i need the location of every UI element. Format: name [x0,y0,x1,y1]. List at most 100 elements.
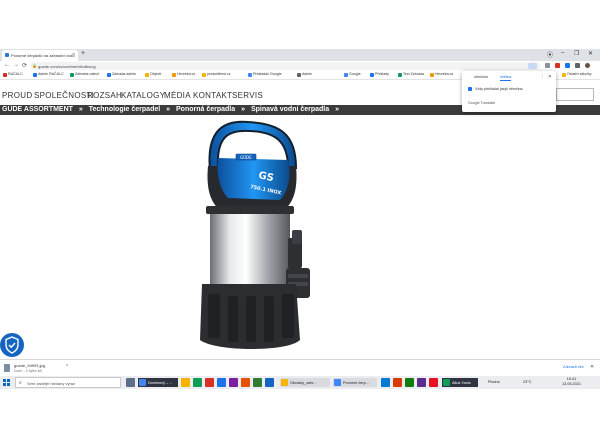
forward-button[interactable]: → [13,62,19,68]
breadcrumb-separator: » [166,106,171,113]
taskbar-app[interactable]: Dominový – ... [138,378,178,387]
star-icon[interactable] [545,63,550,68]
browser-tab-strip: Ponorné čerpadlo na zahradní vodu × + ⦿ … [0,49,600,61]
back-button[interactable]: ← [4,62,10,68]
close-window-button[interactable]: ✕ [588,50,593,57]
bookmark-item[interactable]: RAČALC [3,72,23,77]
app-icon[interactable] [241,378,250,387]
site-search-input[interactable] [556,88,594,101]
tab-close-icon[interactable]: × [72,52,75,58]
clock-date: 13.05.2021 [562,382,582,386]
minimize-button[interactable]: – [561,50,564,56]
google-translate-label: Google Translate [468,101,496,105]
close-download-bar-icon[interactable]: ✕ [590,364,594,370]
chevron-up-icon[interactable]: ^ [66,364,68,370]
extension-icon[interactable] [565,63,570,68]
taskbar-search-input[interactable]: ⌕ Sem zadejte hledaný výraz [15,377,121,388]
nav-item[interactable]: KONTAKT [193,91,232,100]
system-clock[interactable]: 10:41 13.05.2021 [562,377,581,387]
breadcrumb-separator: » [78,106,83,113]
always-translate-label: Vždy překládat jazyk němčina [475,87,523,91]
task-view-icon[interactable] [126,378,135,387]
weather-temperature[interactable]: 23°C [523,380,531,384]
bookmark-item[interactable]: Zahrada admin [107,72,136,77]
app-icon[interactable] [429,378,438,387]
bookmark-item[interactable]: Objevit [145,72,161,77]
brand-label: GÜDE [240,155,252,160]
nav-item[interactable]: PROUD [2,91,32,100]
nav-item[interactable]: SERVIS [232,91,263,100]
app-icon[interactable] [205,378,214,387]
bookmark-item[interactable]: Admin RAČALC [33,72,64,77]
bookmark-item[interactable]: produktfeed.cz [202,72,231,77]
bookmark-item[interactable]: Google [344,72,361,77]
tab-title: Ponorné čerpadlo na zahradní vodu [11,53,75,58]
bookmark-item[interactable]: Text Zahrada [398,72,424,77]
browser-tab[interactable]: Ponorné čerpadlo na zahradní vodu × [2,50,78,61]
site-nav: PROUD SPOLEČNOSTI ROZSAH KATALOGY MÉDIA … [0,89,460,103]
translate-icon[interactable] [528,63,537,69]
translate-tab-target[interactable]: čeština [500,75,512,81]
file-icon [4,364,10,372]
taskbar-search-placeholder: Sem zadejte hledaný výraz [27,381,76,386]
app-icon[interactable] [265,378,274,387]
more-options-icon[interactable]: ⋮ [540,74,545,80]
download-file-name[interactable]: guede_94993.jpg [14,363,45,368]
taskbar-app[interactable]: Obrázky_zahr... [280,378,330,387]
bookmark-item[interactable]: Zahrada nalezt [70,72,99,77]
download-bar: guede_94993.jpg Done – 0 bytes kB ^ Zobr… [0,359,600,376]
breadcrumb-item[interactable]: GÜDE ASSORTMENT [2,106,73,113]
app-icon[interactable] [193,378,202,387]
bookmark-item[interactable]: Heureka.cz [172,72,195,77]
url-input[interactable]: 🔒 guede.com/cz/cz/rbrerbl/cdbs/cg [30,62,540,70]
url-text: guede.com/cz/cz/rbrerbl/cdbs/cg [38,64,96,69]
app-icon[interactable] [393,378,402,387]
app-icon[interactable] [229,378,238,387]
app-icon[interactable] [417,378,426,387]
puzzle-icon[interactable] [575,63,580,68]
file-explorer-icon[interactable] [181,378,190,387]
nav-item[interactable]: KATALOGY [121,91,165,100]
breadcrumb-separator: » [335,106,340,113]
bookmark-item[interactable]: Překladač Google [248,72,282,77]
bookmark-item[interactable]: Admin [297,72,312,77]
reload-button[interactable]: ⟳ [22,62,27,69]
breadcrumb-separator: » [241,106,245,113]
breadcrumb-item[interactable]: Ponorná čerpadla [176,106,235,113]
extension-icon[interactable] [555,63,560,68]
maximize-button[interactable]: ❐ [574,50,579,57]
show-all-downloads-link[interactable]: Zobrazit vše [563,365,584,369]
new-tab-button[interactable]: + [81,50,85,57]
desktop-label[interactable]: Plocha [488,380,500,384]
lock-icon: 🔒 [32,63,37,68]
download-status: Done – 0 bytes kB [14,369,42,373]
taskbar-app[interactable]: Ponorné čerp... [333,378,377,387]
translate-tab-source[interactable]: němčina [474,75,488,79]
close-icon[interactable]: ✕ [548,74,552,80]
top-margin [0,0,600,49]
nav-item[interactable]: SPOLEČNOSTI [34,91,94,100]
nav-item[interactable]: ROZSAH [87,91,122,100]
app-icon[interactable] [253,378,262,387]
nav-item[interactable]: MÉDIA [164,91,191,100]
other-bookmarks[interactable]: Ostatní záložky [562,72,592,77]
bookmark-item[interactable]: Heureka.cz [430,72,453,77]
profile-icon[interactable]: ⦿ [547,50,553,59]
search-icon: ⌕ [19,380,22,386]
privacy-badge[interactable] [0,333,24,357]
windows-start-icon[interactable] [3,379,10,386]
address-bar-row: ← → ⟳ 🔒 guede.com/cz/cz/rbrerbl/cdbs/cg [0,61,600,71]
taskbar-app[interactable]: Altus Yanis [442,378,478,387]
app-icon[interactable] [381,378,390,387]
breadcrumb-item[interactable]: Špinavá vodní čerpadla [251,106,329,113]
always-translate-checkbox[interactable] [468,87,472,91]
app-icon[interactable] [217,378,226,387]
taskbar: ⌕ Sem zadejte hledaný výraz Dominový – .… [0,376,600,389]
shield-icon [5,336,19,354]
app-icon[interactable] [405,378,414,387]
bottom-margin [0,389,600,438]
breadcrumb-item[interactable]: Technologie čerpadel [89,106,160,113]
bookmark-item[interactable]: Překlady [370,72,389,77]
favicon-icon [5,53,9,57]
avatar[interactable] [585,63,590,68]
